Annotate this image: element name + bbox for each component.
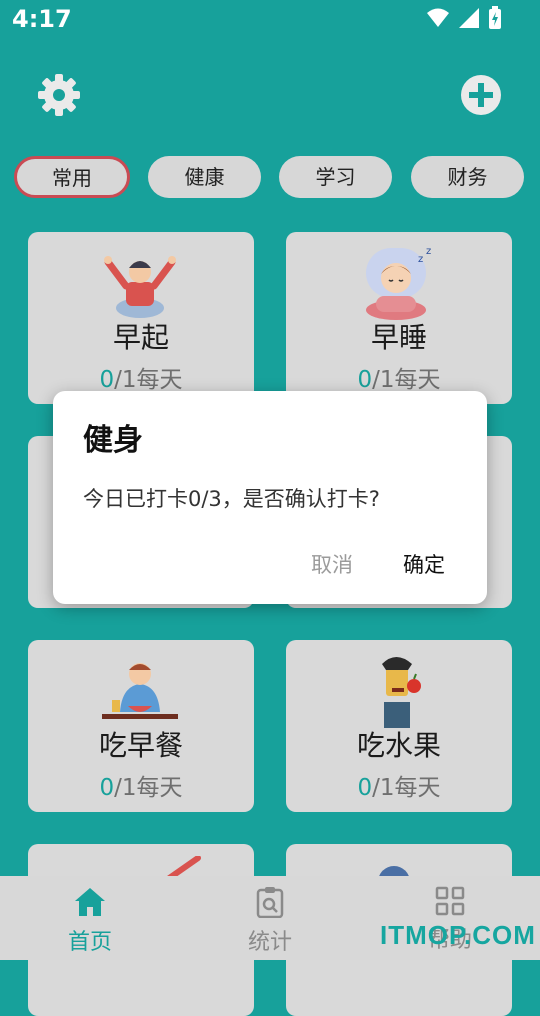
nav-stats[interactable]: 统计 (210, 886, 330, 956)
nav-home[interactable]: 首页 (30, 886, 150, 956)
nav-label: 统计 (247, 930, 292, 955)
checkin-dialog: 健身 今日已打卡0/3，是否确认打卡? 取消 确定 (53, 391, 487, 604)
confirm-button[interactable]: 确定 (403, 549, 445, 579)
dialog-title: 健身 (83, 423, 143, 458)
home-icon (75, 888, 105, 916)
grid-icon (435, 886, 465, 916)
dialog-message: 今日已打卡0/3，是否确认打卡? (83, 487, 380, 511)
watermark: ITMOP.COM (380, 920, 536, 950)
clipboard-icon (256, 887, 284, 919)
nav-label: 首页 (67, 930, 112, 955)
cancel-button[interactable]: 取消 (311, 549, 353, 579)
